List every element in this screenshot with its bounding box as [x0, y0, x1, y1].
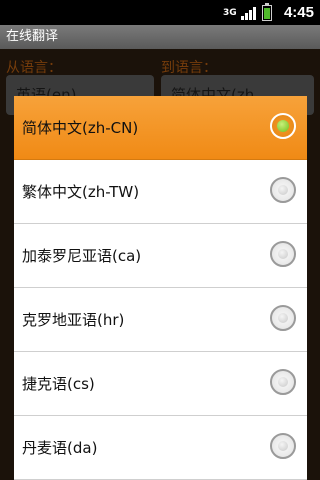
clock: 4:45 — [283, 4, 314, 21]
language-option-label: 丹麦语(da) — [22, 439, 98, 457]
radio-button[interactable] — [270, 241, 296, 267]
signal-icon — [240, 6, 256, 20]
language-option-label: 简体中文(zh-CN) — [22, 119, 139, 137]
app-title: 在线翻译 — [0, 25, 320, 49]
radio-button[interactable] — [270, 177, 296, 203]
language-option[interactable]: 繁体中文(zh-TW) — [14, 160, 307, 224]
language-option[interactable]: 捷克语(cs) — [14, 352, 307, 416]
language-option-label: 加泰罗尼亚语(ca) — [22, 247, 142, 265]
status-bar: 3G 4:45 — [0, 0, 320, 25]
network-type: 3G — [222, 7, 237, 18]
battery-icon — [261, 2, 272, 21]
language-option-label: 克罗地亚语(hr) — [22, 311, 125, 329]
language-option[interactable]: 简体中文(zh-CN) — [14, 96, 307, 160]
radio-button[interactable] — [270, 113, 296, 139]
radio-button[interactable] — [270, 433, 296, 459]
radio-button[interactable] — [270, 369, 296, 395]
radio-button[interactable] — [270, 305, 296, 331]
language-option[interactable]: 丹麦语(da) — [14, 416, 307, 480]
language-option[interactable]: 加泰罗尼亚语(ca) — [14, 224, 307, 288]
language-option-label: 繁体中文(zh-TW) — [22, 183, 140, 201]
language-option[interactable]: 克罗地亚语(hr) — [14, 288, 307, 352]
language-picker-dialog: 简体中文(zh-CN) 繁体中文(zh-TW) 加泰罗尼亚语(ca) 克罗地亚语… — [14, 96, 307, 480]
language-option-label: 捷克语(cs) — [22, 375, 95, 393]
